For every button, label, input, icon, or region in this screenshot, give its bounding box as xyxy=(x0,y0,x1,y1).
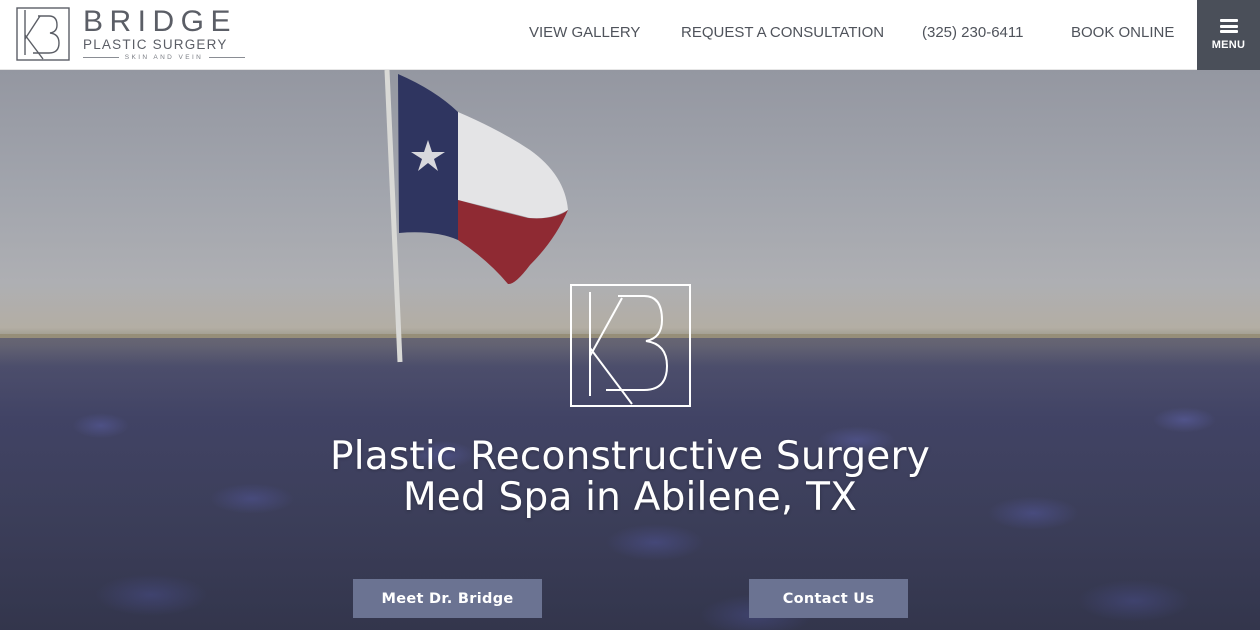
contact-us-button[interactable]: Contact Us xyxy=(749,579,908,618)
brand-subtitle: PLASTIC SURGERY xyxy=(83,37,228,52)
hero-headline: Plastic Reconstructive Surgery Med Spa i… xyxy=(230,436,1030,518)
kb-monogram-icon xyxy=(570,284,691,407)
brand-name: BRIDGE xyxy=(83,5,238,38)
menu-button[interactable]: MENU xyxy=(1197,0,1260,70)
headline-line-1: Plastic Reconstructive Surgery xyxy=(330,434,930,479)
headline-line-2: Med Spa in Abilene, TX xyxy=(402,475,858,520)
meet-dr-bridge-button[interactable]: Meet Dr. Bridge xyxy=(353,579,542,618)
hero-section: Plastic Reconstructive Surgery Med Spa i… xyxy=(0,70,1260,630)
menu-label: MENU xyxy=(1211,39,1246,51)
nav-view-gallery[interactable]: VIEW GALLERY xyxy=(529,24,640,41)
kb-monogram-icon xyxy=(16,7,70,61)
divider xyxy=(209,57,245,58)
nav-request-consultation[interactable]: REQUEST A CONSULTATION xyxy=(681,24,884,41)
nav-book-online[interactable]: BOOK ONLINE xyxy=(1071,24,1174,41)
texas-flag-image xyxy=(384,70,568,363)
brand-logo[interactable]: BRIDGE PLASTIC SURGERY SKIN AND VEIN xyxy=(16,7,245,61)
hamburger-icon xyxy=(1219,19,1238,33)
nav-phone[interactable]: (325) 230-6411 xyxy=(922,24,1023,41)
divider xyxy=(83,57,119,58)
brand-tagline: SKIN AND VEIN xyxy=(124,54,204,61)
site-header: BRIDGE PLASTIC SURGERY SKIN AND VEIN VIE… xyxy=(0,0,1260,70)
